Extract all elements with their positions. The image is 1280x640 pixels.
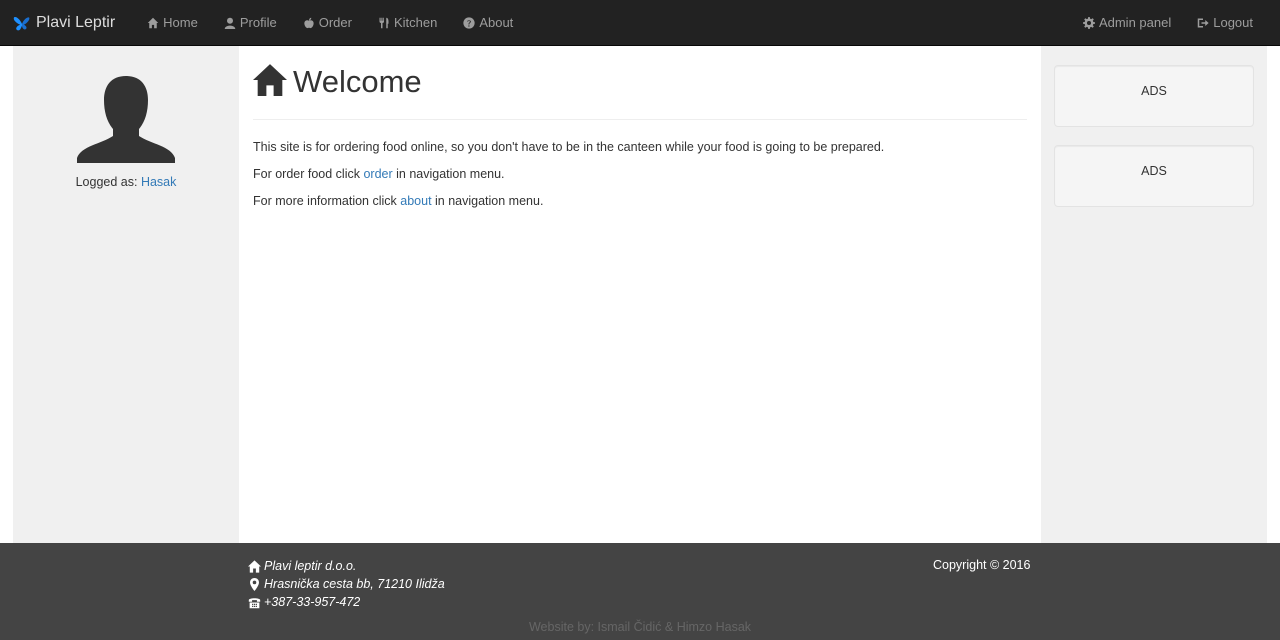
username-link[interactable]: Hasak — [141, 175, 176, 189]
company-name: Plavi leptir d.o.o. — [264, 559, 357, 573]
page-title: Welcome — [293, 64, 422, 99]
phone-icon — [248, 597, 261, 608]
intro-paragraph: This site is for ordering food online, s… — [253, 140, 884, 154]
nav-admin-panel[interactable]: Admin panel — [1070, 0, 1184, 46]
order-text-before: For order food click — [253, 167, 364, 181]
about-paragraph: For more information click about in navi… — [253, 194, 543, 208]
logged-as-text: Logged as: Hasak — [13, 175, 239, 189]
website-credit: Website by: Ismail Čidić & Himzo Hasak — [528, 620, 752, 634]
nav-home-label: Home — [163, 15, 198, 30]
map-marker-icon — [250, 577, 259, 591]
nav-logout-label: Logout — [1213, 15, 1253, 30]
nav-profile-label: Profile — [239, 15, 277, 30]
left-sidebar: Logged as: Hasak — [13, 46, 239, 543]
page-gutter-left — [0, 46, 13, 543]
nav-home[interactable]: Home — [134, 0, 211, 46]
nav-profile[interactable]: Profile — [211, 0, 290, 46]
ad-label: ADS — [1141, 164, 1167, 178]
nav-kitchen[interactable]: Kitchen — [365, 0, 450, 46]
ad-box-1[interactable]: ADS — [1054, 65, 1254, 127]
order-text-after: in navigation menu. — [392, 167, 505, 181]
address-line: Hrasnička cesta bb, 71210 Ilidža — [248, 575, 445, 593]
user-icon — [224, 17, 236, 29]
about-text-before: For more information click — [253, 194, 401, 208]
phone-number: +387-33-957-472 — [264, 595, 361, 609]
order-paragraph: For order food click order in navigation… — [253, 167, 505, 181]
cutlery-icon — [379, 17, 389, 28]
page-header: Welcome — [253, 62, 1027, 120]
about-link[interactable]: about — [400, 194, 431, 208]
order-link[interactable]: order — [363, 167, 392, 181]
nav-about-label: About — [479, 15, 514, 30]
brand-link[interactable]: Plavi Leptir — [13, 14, 115, 32]
home-icon — [253, 64, 287, 96]
home-icon — [147, 17, 159, 28]
nav-order-label: Order — [318, 15, 352, 30]
ad-box-2[interactable]: ADS — [1054, 145, 1254, 207]
right-sidebar: ADS ADS — [1041, 46, 1267, 543]
nav-left-menu: Home Profile Order Kitchen About — [134, 0, 526, 46]
page-gutter-right — [1267, 46, 1280, 543]
nav-right-menu: Admin panel Logout — [1070, 0, 1266, 46]
company-line: Plavi leptir d.o.o. — [248, 557, 445, 575]
gear-icon — [1082, 16, 1095, 29]
nav-admin-panel-label: Admin panel — [1098, 15, 1172, 30]
nav-kitchen-label: Kitchen — [393, 15, 438, 30]
apple-icon — [304, 17, 314, 28]
intro-text: This site is for ordering food online, s… — [253, 140, 885, 154]
nav-order[interactable]: Order — [290, 0, 365, 46]
copyright: Copyright © 2016 — [933, 558, 1031, 572]
phone-line: +387-33-957-472 — [248, 593, 445, 611]
company-info: Plavi leptir d.o.o. Hrasnička cesta bb, … — [248, 557, 445, 611]
brand-name: Plavi Leptir — [36, 13, 116, 31]
main-content: Welcome This site is for ordering food o… — [239, 46, 1041, 543]
butterfly-logo-icon — [13, 16, 30, 30]
top-navbar: Plavi Leptir Home Profile Order Kitchen … — [0, 0, 1280, 46]
footer: Plavi leptir d.o.o. Hrasnička cesta bb, … — [0, 543, 1280, 640]
address: Hrasnička cesta bb, 71210 Ilidža — [264, 577, 445, 591]
avatar — [77, 76, 175, 163]
logged-as-label: Logged as: — [75, 175, 138, 189]
about-text-after: in navigation menu. — [431, 194, 544, 208]
nav-about[interactable]: About — [450, 0, 526, 46]
nav-logout[interactable]: Logout — [1184, 0, 1266, 46]
question-icon — [463, 16, 475, 29]
logout-icon — [1197, 18, 1209, 27]
ad-label: ADS — [1141, 84, 1167, 98]
home-icon — [248, 559, 261, 573]
